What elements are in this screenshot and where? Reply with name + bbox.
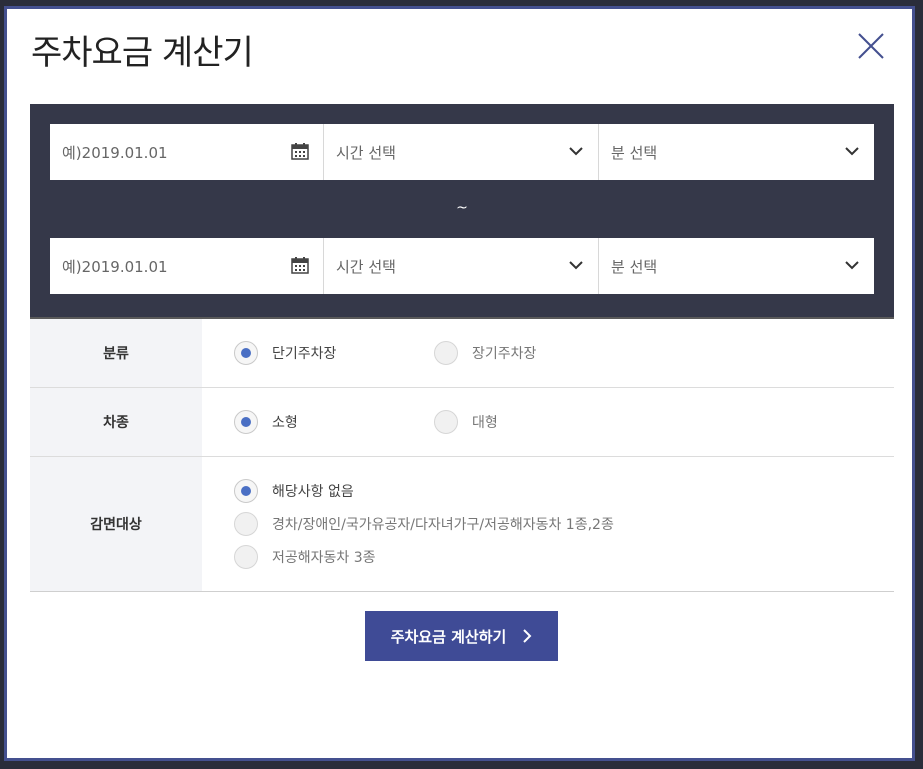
start-date-placeholder: 예)2019.01.01 — [62, 143, 168, 162]
radio-low-emission-type-3[interactable]: 저공해자동차 3종 — [234, 545, 376, 569]
radio-label: 대형 — [472, 415, 498, 431]
options-table: 분류 단기주차장 장기주차장 차종 소형 대형 감면대상 해당사항 없음 경차/… — [30, 317, 894, 592]
parking-fee-modal: 주차요금 계산기 예)2019.01.01 시간 선택 분 선택 ~ 예)201… — [4, 6, 915, 761]
end-minute-select[interactable]: 분 선택 — [599, 238, 874, 294]
calculate-fee-label: 주차요금 계산하기 — [390, 627, 507, 646]
start-minute-label: 분 선택 — [611, 143, 658, 162]
chevron-down-icon — [569, 147, 583, 156]
discount-row: 감면대상 해당사항 없음 경차/장애인/국가유공자/다자녀가구/저공해자동차 1… — [30, 457, 894, 591]
radio-label: 장기주차장 — [472, 346, 537, 362]
period-panel: 예)2019.01.01 시간 선택 분 선택 ~ 예)2019.01.01 시… — [30, 104, 894, 317]
radio-label: 해당사항 없음 — [272, 484, 354, 500]
discount-label: 감면대상 — [30, 457, 202, 591]
chevron-right-icon — [523, 629, 532, 643]
radio-dot — [434, 341, 458, 365]
radio-large-vehicle[interactable]: 대형 — [434, 410, 498, 434]
chevron-down-icon — [845, 147, 859, 156]
end-hour-select[interactable]: 시간 선택 — [324, 238, 599, 294]
vehicle-options: 소형 대형 — [202, 388, 894, 456]
vehicle-label: 차종 — [30, 388, 202, 456]
calculate-fee-button[interactable]: 주차요금 계산하기 — [365, 611, 558, 661]
end-date-placeholder: 예)2019.01.01 — [62, 257, 168, 276]
start-datetime-row: 예)2019.01.01 시간 선택 분 선택 — [50, 124, 874, 180]
vehicle-row: 차종 소형 대형 — [30, 388, 894, 457]
radio-label: 경차/장애인/국가유공자/다자녀가구/저공해자동차 1종,2종 — [272, 517, 614, 533]
discount-options: 해당사항 없음 경차/장애인/국가유공자/다자녀가구/저공해자동차 1종,2종 … — [202, 457, 894, 591]
category-options: 단기주차장 장기주차장 — [202, 319, 894, 387]
end-datetime-row: 예)2019.01.01 시간 선택 분 선택 — [50, 238, 874, 294]
category-row: 분류 단기주차장 장기주차장 — [30, 319, 894, 388]
close-icon — [858, 33, 884, 59]
radio-label: 저공해자동차 3종 — [272, 550, 376, 566]
radio-dot — [234, 410, 258, 434]
radio-dot — [234, 341, 258, 365]
radio-dot — [234, 512, 258, 536]
radio-dot — [234, 545, 258, 569]
end-hour-label: 시간 선택 — [336, 257, 396, 276]
radio-label: 단기주차장 — [272, 346, 337, 362]
radio-no-discount[interactable]: 해당사항 없음 — [234, 479, 354, 503]
radio-long-term-parking[interactable]: 장기주차장 — [434, 341, 536, 365]
radio-short-term-parking[interactable]: 단기주차장 — [234, 341, 336, 365]
start-minute-select[interactable]: 분 선택 — [599, 124, 874, 180]
calendar-icon[interactable] — [291, 143, 309, 160]
end-date-input[interactable]: 예)2019.01.01 — [50, 238, 324, 294]
start-hour-label: 시간 선택 — [336, 143, 396, 162]
close-button[interactable] — [856, 31, 886, 61]
period-separator: ~ — [456, 200, 468, 216]
radio-discount-type-1-2[interactable]: 경차/장애인/국가유공자/다자녀가구/저공해자동차 1종,2종 — [234, 512, 614, 536]
category-label: 분류 — [30, 319, 202, 387]
radio-small-vehicle[interactable]: 소형 — [234, 410, 298, 434]
modal-title: 주차요금 계산기 — [31, 33, 254, 73]
chevron-down-icon — [569, 261, 583, 270]
radio-label: 소형 — [272, 415, 298, 431]
radio-dot — [434, 410, 458, 434]
chevron-down-icon — [845, 261, 859, 270]
end-minute-label: 분 선택 — [611, 257, 658, 276]
start-hour-select[interactable]: 시간 선택 — [324, 124, 599, 180]
calendar-icon[interactable] — [291, 257, 309, 274]
radio-dot — [234, 479, 258, 503]
start-date-input[interactable]: 예)2019.01.01 — [50, 124, 324, 180]
